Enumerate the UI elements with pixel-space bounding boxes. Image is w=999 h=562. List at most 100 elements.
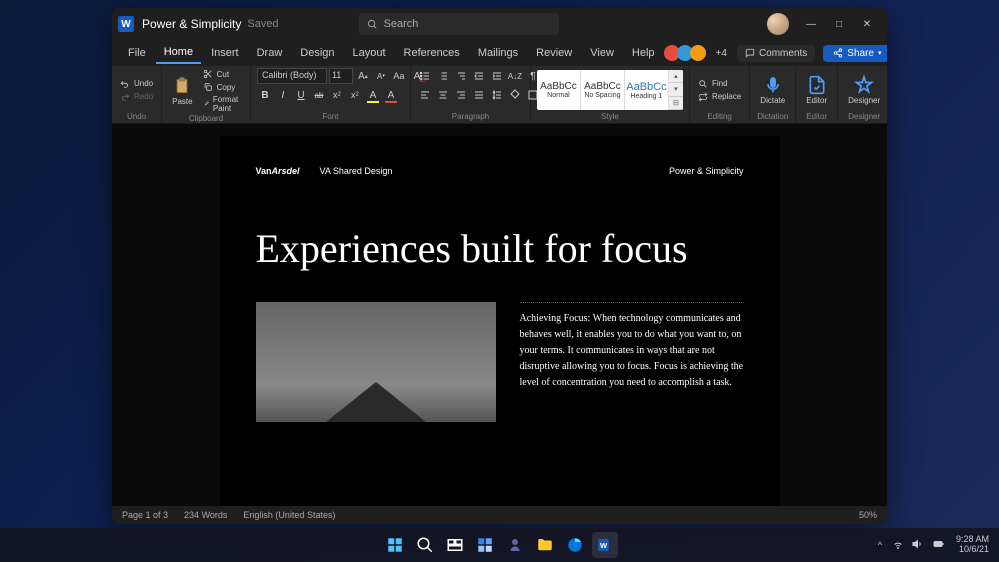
teams-button[interactable]: [502, 532, 528, 558]
styles-nav: ▴ ▾ ⊟: [669, 70, 683, 110]
multilevel-icon: [455, 70, 467, 82]
styles-gallery: AaBbCc Normal AaBbCc No Spacing AaBbCc H…: [537, 70, 683, 110]
editor-button[interactable]: Editor: [802, 73, 831, 107]
menu-view[interactable]: View: [582, 43, 622, 63]
redo-button[interactable]: Redo: [118, 91, 155, 103]
justify-button[interactable]: [471, 87, 487, 103]
user-avatar[interactable]: [767, 13, 789, 35]
numbering-button[interactable]: [435, 68, 451, 84]
styles-expand-button[interactable]: ⊟: [669, 97, 683, 110]
font-color-button[interactable]: A: [383, 87, 399, 103]
menu-draw[interactable]: Draw: [249, 43, 291, 63]
align-right-button[interactable]: [453, 87, 469, 103]
brand-logo: VanArsdel: [256, 166, 300, 176]
undo-group-label: Undo: [118, 112, 155, 122]
edge-icon: [566, 536, 584, 554]
document-area[interactable]: VanArsdel VA Shared Design Power & Simpl…: [112, 124, 887, 506]
style-normal[interactable]: AaBbCc Normal: [537, 70, 581, 110]
close-button[interactable]: ✕: [853, 10, 881, 38]
line-spacing-button[interactable]: [489, 87, 505, 103]
presence-avatar-3: [690, 45, 706, 61]
ribbon-group-editing: Find Replace Editing: [690, 66, 750, 123]
file-explorer-button[interactable]: [532, 532, 558, 558]
widgets-button[interactable]: [472, 532, 498, 558]
replace-button[interactable]: Replace: [696, 91, 743, 103]
highlight-button[interactable]: A: [365, 87, 381, 103]
shrink-font-button[interactable]: A▾: [373, 68, 389, 84]
align-center-button[interactable]: [435, 87, 451, 103]
multilevel-list-button[interactable]: [453, 68, 469, 84]
dictate-button[interactable]: Dictate: [756, 73, 789, 107]
battery-icon[interactable]: [932, 538, 946, 553]
clock[interactable]: 9:28 AM 10/6/21: [956, 535, 989, 555]
tray-expand-button[interactable]: ^: [878, 540, 882, 550]
redo-icon: [120, 92, 130, 102]
styles-prev-button[interactable]: ▴: [669, 70, 683, 83]
status-zoom[interactable]: 50%: [859, 510, 877, 520]
subscript-button[interactable]: x2: [329, 87, 345, 103]
menu-file[interactable]: File: [120, 43, 154, 63]
comments-button[interactable]: Comments: [737, 45, 815, 62]
volume-icon[interactable]: [912, 538, 924, 553]
grow-font-button[interactable]: A▴: [355, 68, 371, 84]
maximize-button[interactable]: □: [825, 10, 853, 38]
underline-button[interactable]: U: [293, 87, 309, 103]
align-left-button[interactable]: [417, 87, 433, 103]
search-box[interactable]: Search: [359, 13, 559, 35]
menu-design[interactable]: Design: [292, 43, 342, 63]
cut-label: Cut: [217, 70, 229, 79]
start-button[interactable]: [382, 532, 408, 558]
numbering-icon: [437, 70, 449, 82]
share-button[interactable]: Share ▾: [823, 45, 887, 62]
increase-indent-button[interactable]: [489, 68, 505, 84]
align-left-icon: [419, 89, 431, 101]
styles-next-button[interactable]: ▾: [669, 83, 683, 96]
decrease-indent-button[interactable]: [471, 68, 487, 84]
copy-icon: [203, 82, 213, 92]
menu-layout[interactable]: Layout: [345, 43, 394, 63]
menu-references[interactable]: References: [396, 43, 468, 63]
style-name: No Spacing: [584, 92, 620, 99]
undo-button[interactable]: Undo: [118, 78, 155, 90]
status-words[interactable]: 234 Words: [184, 510, 227, 520]
menu-home[interactable]: Home: [156, 42, 201, 64]
document-title: Power & Simplicity: [142, 17, 241, 31]
page-headline: Experiences built for focus: [256, 226, 744, 272]
superscript-button[interactable]: x2: [347, 87, 363, 103]
format-painter-button[interactable]: Format Paint: [201, 94, 244, 114]
taskbar-search-button[interactable]: [412, 532, 438, 558]
menu-mailings[interactable]: Mailings: [470, 43, 526, 63]
menu-review[interactable]: Review: [528, 43, 580, 63]
copy-label: Copy: [217, 83, 236, 92]
font-size-select[interactable]: 11: [329, 68, 353, 84]
status-language[interactable]: English (United States): [243, 510, 335, 520]
copy-button[interactable]: Copy: [201, 81, 244, 93]
task-view-button[interactable]: [442, 532, 468, 558]
clock-date: 10/6/21: [959, 545, 989, 555]
presence-count[interactable]: +4: [716, 48, 727, 59]
menu-insert[interactable]: Insert: [203, 43, 247, 63]
style-no-spacing[interactable]: AaBbCc No Spacing: [581, 70, 625, 110]
find-button[interactable]: Find: [696, 78, 743, 90]
edge-button[interactable]: [562, 532, 588, 558]
italic-button[interactable]: I: [275, 87, 291, 103]
clear-formatting-button[interactable]: A∅: [409, 68, 425, 84]
bold-button[interactable]: B: [257, 87, 273, 103]
minimize-button[interactable]: —: [797, 10, 825, 38]
style-heading-1[interactable]: AaBbCc Heading 1: [625, 70, 669, 110]
presence-avatars[interactable]: [667, 45, 706, 61]
sort-button[interactable]: A↓Z: [507, 68, 523, 84]
change-case-button[interactable]: Aa: [391, 68, 407, 84]
cut-button[interactable]: Cut: [201, 68, 244, 80]
word-taskbar-button[interactable]: W: [592, 532, 618, 558]
tray-icons: [892, 538, 946, 553]
font-name-select[interactable]: Calibri (Body): [257, 68, 327, 84]
status-page[interactable]: Page 1 of 3: [122, 510, 168, 520]
menu-help[interactable]: Help: [624, 43, 663, 63]
shading-button[interactable]: [507, 87, 523, 103]
strikethrough-button[interactable]: ab: [311, 87, 327, 103]
svg-text:W: W: [599, 541, 607, 550]
paste-button[interactable]: Paste: [168, 74, 196, 108]
designer-button[interactable]: Designer: [844, 73, 884, 107]
wifi-icon[interactable]: [892, 538, 904, 553]
